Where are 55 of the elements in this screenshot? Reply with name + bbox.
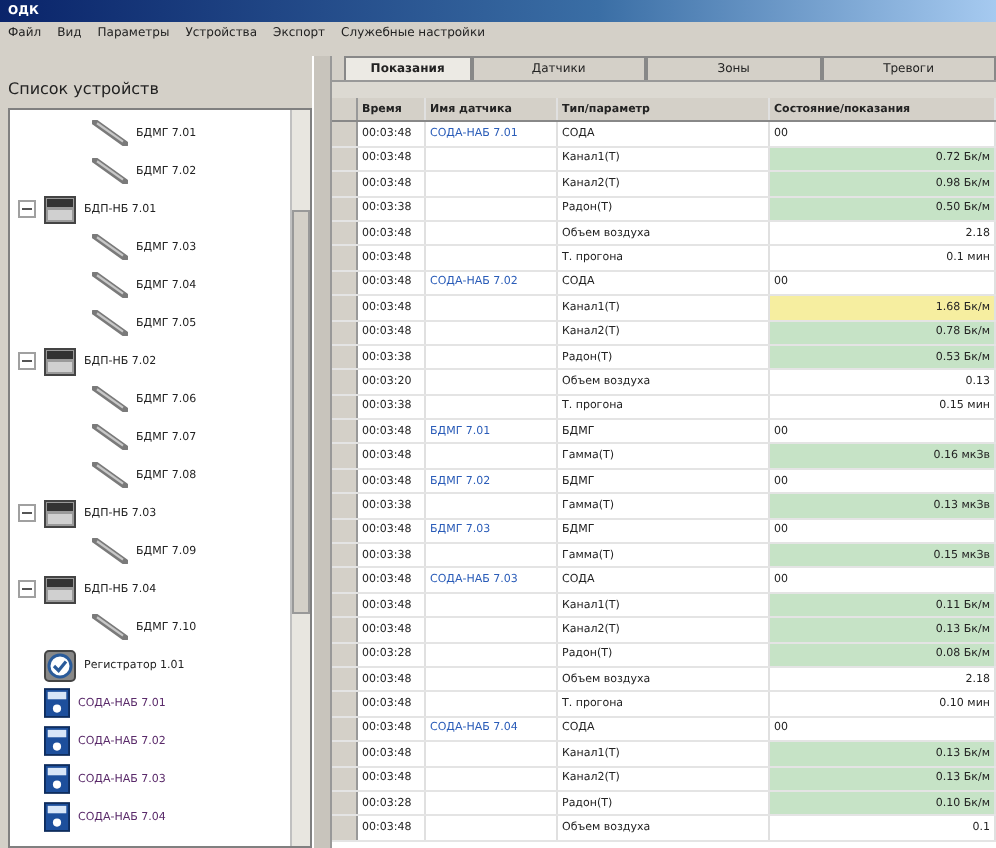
probe-icon [92, 538, 128, 564]
row-header [332, 519, 358, 543]
row-header [332, 345, 358, 369]
device-icon [44, 802, 70, 832]
device-unit-icon [44, 575, 76, 603]
row-header [332, 767, 358, 790]
row-header [332, 791, 358, 815]
probe-icon [92, 272, 128, 298]
device-icon [44, 764, 70, 794]
row-header [332, 221, 358, 245]
row-header [332, 494, 358, 518]
row-header [332, 692, 358, 716]
row-header [332, 717, 358, 741]
row-header [332, 296, 358, 320]
device-icon [44, 726, 70, 756]
row-header [332, 172, 358, 196]
row-header [332, 568, 358, 592]
device-icon [44, 688, 70, 718]
probe-icon [92, 614, 128, 640]
row-header [332, 370, 358, 394]
device-unit-icon [44, 195, 76, 223]
splitter[interactable] [312, 56, 332, 848]
row-header [332, 197, 358, 220]
collapse-toggle[interactable] [18, 352, 36, 370]
row-header [332, 618, 358, 642]
row-header [332, 395, 358, 419]
row-header [332, 742, 358, 766]
row-header [332, 469, 358, 493]
row-header [332, 544, 358, 567]
collapse-toggle[interactable] [18, 580, 36, 598]
probe-icon [92, 424, 128, 450]
row-header [332, 593, 358, 617]
row-header [332, 147, 358, 171]
probe-icon [92, 158, 128, 184]
probe-icon [92, 120, 128, 146]
row-header [332, 420, 358, 443]
row-header [332, 271, 358, 295]
check-circle-icon [44, 649, 76, 681]
probe-icon [92, 310, 128, 336]
row-header [332, 444, 358, 468]
probe-icon [92, 462, 128, 488]
row-header [332, 667, 358, 691]
scrollbar-thumb[interactable] [292, 210, 310, 614]
collapse-toggle[interactable] [18, 200, 36, 218]
scrollbar[interactable] [290, 110, 310, 846]
collapse-toggle[interactable] [18, 504, 36, 522]
panel-title: Список устройств [8, 78, 161, 102]
row-header [332, 816, 358, 840]
probe-icon [92, 234, 128, 260]
device-unit-icon [44, 347, 76, 375]
device-unit-icon [44, 499, 76, 527]
row-header [332, 246, 358, 270]
row-header [332, 643, 358, 666]
row-header [332, 321, 358, 344]
probe-icon [92, 386, 128, 412]
